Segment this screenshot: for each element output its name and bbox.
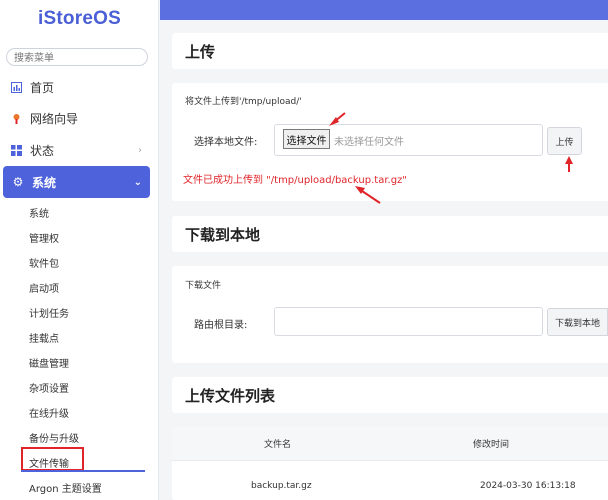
sidebar-item-label: 网络向导 bbox=[30, 111, 79, 126]
sidebar-item-system[interactable]: ⚙ 系统 ⌄ bbox=[3, 166, 150, 198]
download-button[interactable]: 下载到本地 bbox=[547, 308, 608, 336]
sidebar-item-network-wizard[interactable]: 网络向导 bbox=[10, 103, 150, 133]
sidebar: iStoreOS 首页 网络向导 状态 › ⚙ 系统 ⌄ 系统 管理权 软件包 … bbox=[0, 0, 159, 500]
download-title-card: 下载到本地 bbox=[172, 216, 608, 252]
file-list-title-card: 上传文件列表 bbox=[172, 377, 608, 413]
sidebar-item-label: 首页 bbox=[30, 80, 55, 95]
submenu-item-admin[interactable]: 管理权 bbox=[29, 230, 59, 245]
sidebar-item-label: 系统 bbox=[32, 175, 57, 190]
upload-button[interactable]: 上传 bbox=[547, 127, 582, 155]
app-logo[interactable]: iStoreOS bbox=[0, 8, 159, 30]
choose-file-button[interactable]: 选择文件 bbox=[283, 129, 330, 149]
submenu-item-argon-theme[interactable]: Argon 主题设置 bbox=[29, 480, 102, 495]
submenu-item-disk-management[interactable]: 磁盘管理 bbox=[29, 355, 69, 370]
chevron-down-icon: ⌄ bbox=[133, 176, 142, 188]
download-section-label: 下载文件 bbox=[185, 281, 222, 291]
search-input[interactable] bbox=[6, 48, 148, 66]
submenu-item-misc-settings[interactable]: 杂项设置 bbox=[29, 380, 69, 395]
dashboard-icon bbox=[10, 81, 22, 93]
table-header bbox=[172, 427, 608, 460]
page-title: 上传 bbox=[185, 43, 216, 61]
local-file-label: 选择本地文件: bbox=[194, 137, 258, 148]
download-title: 下载到本地 bbox=[185, 226, 261, 244]
upload-hint: 将文件上传到'/tmp/upload/' bbox=[185, 97, 302, 107]
row-divider bbox=[172, 460, 608, 461]
submenu-item-mount-points[interactable]: 挂载点 bbox=[29, 330, 59, 345]
file-transfer-highlight-box bbox=[21, 447, 84, 471]
network-wizard-icon bbox=[10, 112, 22, 124]
submenu-item-scheduled-tasks[interactable]: 计划任务 bbox=[29, 305, 69, 320]
submenu-item-startup[interactable]: 启动项 bbox=[29, 280, 59, 295]
submenu-item-backup-upgrade[interactable]: 备份与升级 bbox=[29, 430, 79, 445]
upload-title-card: 上传 bbox=[172, 33, 608, 69]
chevron-right-icon: › bbox=[138, 144, 142, 156]
gear-icon: ⚙ bbox=[12, 175, 24, 189]
router-root-label: 路由根目录: bbox=[194, 320, 248, 331]
sidebar-item-label: 状态 bbox=[30, 143, 55, 158]
file-list-title: 上传文件列表 bbox=[185, 387, 276, 405]
sidebar-item-home[interactable]: 首页 bbox=[10, 72, 150, 102]
submenu-item-packages[interactable]: 软件包 bbox=[29, 255, 59, 270]
submenu-item-system[interactable]: 系统 bbox=[29, 205, 49, 220]
upload-success-message: 文件已成功上传到 "/tmp/upload/backup.tar.gz" bbox=[183, 175, 407, 186]
top-bar bbox=[160, 0, 608, 20]
download-path-input[interactable] bbox=[274, 307, 543, 336]
sidebar-item-status[interactable]: 状态 › bbox=[10, 135, 150, 165]
column-header-mtime: 修改时间 bbox=[473, 440, 510, 450]
status-icon bbox=[10, 144, 22, 156]
no-file-selected-text: 未选择任何文件 bbox=[334, 137, 404, 148]
submenu-item-online-upgrade[interactable]: 在线升级 bbox=[29, 405, 69, 420]
table-cell-filename: backup.tar.gz bbox=[251, 481, 312, 491]
column-header-filename: 文件名 bbox=[264, 440, 292, 450]
active-item-underline bbox=[21, 470, 145, 472]
table-cell-mtime: 2024-03-30 16:13:18 bbox=[480, 481, 576, 491]
